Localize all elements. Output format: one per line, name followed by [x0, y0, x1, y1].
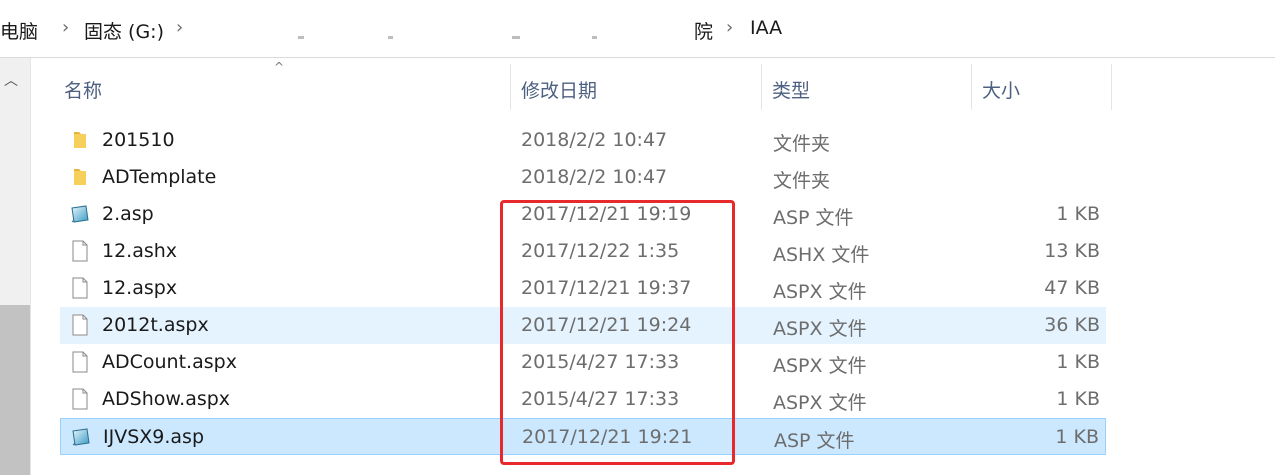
file-name: 2.asp [102, 203, 154, 225]
redacted-path-mark [512, 36, 520, 39]
breadcrumb-item-folder[interactable]: 院 [694, 17, 713, 44]
breadcrumb-separator-icon[interactable]: › [62, 17, 69, 38]
file-row[interactable]: ADTemplate 2018/2/2 10:47 文件夹 [60, 159, 1106, 196]
file-type: ASPX 文件 [773, 392, 867, 414]
file-type: ASHX 文件 [773, 244, 870, 266]
column-header-modified-label: 修改日期 [521, 80, 598, 102]
column-header-type[interactable]: 类型 [762, 64, 972, 110]
breadcrumb-item-computer[interactable]: 电脑 [0, 17, 38, 44]
file-size: 47 KB [1044, 277, 1100, 299]
file-name: 2012t.aspx [102, 314, 209, 336]
column-header-modified[interactable]: 修改日期 [511, 64, 762, 110]
file-size: 1 KB [1056, 351, 1100, 373]
redacted-path-mark [298, 36, 304, 39]
column-header-type-label: 类型 [772, 80, 811, 102]
pane-divider [30, 58, 31, 475]
asp-file-icon [69, 425, 93, 449]
file-row[interactable]: 201510 2018/2/2 10:47 文件夹 [60, 122, 1106, 159]
file-type: 文件夹 [773, 170, 831, 192]
file-icon [68, 239, 92, 263]
column-header-size-label: 大小 [982, 80, 1021, 102]
redacted-path-mark [388, 36, 393, 39]
file-icon [68, 313, 92, 337]
folder-icon [68, 128, 92, 152]
asp-file-icon [68, 202, 92, 226]
column-header-size[interactable]: 大小 [972, 64, 1112, 110]
file-name: 12.ashx [102, 240, 178, 262]
file-name: 12.aspx [102, 277, 178, 299]
file-type: ASPX 文件 [773, 355, 867, 377]
file-size: 1 KB [1056, 203, 1100, 225]
file-size: 1 KB [1056, 388, 1100, 410]
address-bar[interactable]: 电脑 › 固态 (G:) › 院 › IAA [0, 0, 1275, 58]
column-header-name[interactable]: 名称 [54, 64, 511, 110]
file-icon [68, 276, 92, 300]
breadcrumb-separator-icon[interactable]: › [176, 17, 183, 38]
breadcrumb-item-drive[interactable]: 固态 (G:) [84, 17, 164, 44]
file-name: IJVSX9.asp [103, 426, 205, 448]
scrollbar-thumb[interactable] [0, 305, 30, 475]
file-name: 201510 [102, 129, 175, 151]
file-icon [68, 350, 92, 374]
highlight-box [500, 200, 735, 465]
folder-icon [68, 165, 92, 189]
breadcrumb-separator-icon[interactable]: › [726, 17, 733, 38]
file-modified-date: 2018/2/2 10:47 [521, 166, 668, 188]
file-type: ASPX 文件 [773, 281, 867, 303]
file-name: ADCount.aspx [102, 351, 237, 373]
file-size: 13 KB [1044, 240, 1100, 262]
file-type: ASP 文件 [773, 207, 854, 229]
file-type: 文件夹 [773, 133, 831, 155]
breadcrumb-item-current[interactable]: IAA [750, 17, 782, 39]
redacted-path-mark [592, 36, 597, 39]
file-type: ASP 文件 [774, 430, 855, 452]
scroll-up-arrow-icon[interactable]: ︿ [4, 70, 18, 90]
file-name: ADTemplate [102, 166, 217, 188]
file-size: 36 KB [1044, 314, 1100, 336]
file-name: ADShow.aspx [102, 388, 231, 410]
file-icon [68, 387, 92, 411]
file-modified-date: 2018/2/2 10:47 [521, 129, 668, 151]
file-type: ASPX 文件 [773, 318, 867, 340]
column-header-name-label: 名称 [64, 80, 103, 102]
file-size: 1 KB [1055, 426, 1099, 448]
